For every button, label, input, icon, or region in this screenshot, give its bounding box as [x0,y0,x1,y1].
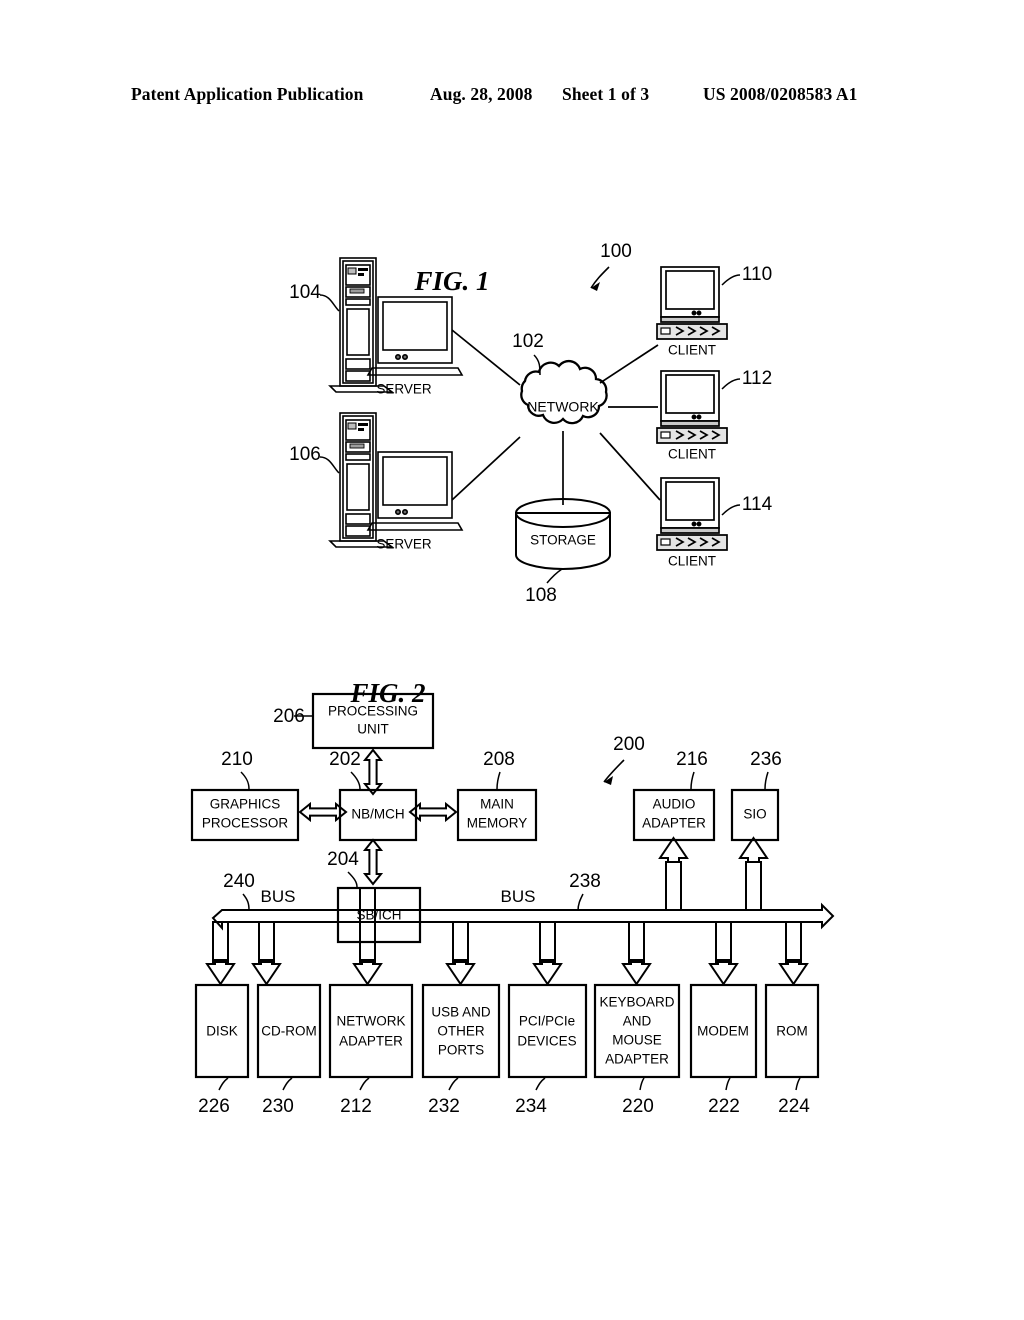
block-disk: DISK 226 [194,983,250,1117]
block-network-adapter-ref: 212 [340,1096,372,1117]
block-rom-label: ROM [776,1024,808,1039]
block-audio-adapter-label-2: ADAPTER [642,816,706,831]
figure-2-bus-left-ref: 240 [223,871,255,892]
block-usb-ports: USB AND OTHER PORTS 232 [421,983,501,1117]
figure-1-client-110: CLIENT 110 [656,264,772,358]
figure-1-network-ref: 102 [512,331,544,352]
block-sio: SIO 236 [730,749,782,842]
block-sio-label: SIO [743,807,766,822]
figure-1: FIG. 1 100 SERVER 104 SERVER 106 NETWORK… [0,225,1024,625]
arrowhead-audio [658,836,689,863]
block-graphics-processor-ref: 210 [221,749,253,770]
block-pci-devices-ref: 234 [515,1096,547,1117]
figure-1-client-114-label: CLIENT [668,554,716,569]
block-audio-adapter-ref: 216 [676,749,708,770]
header-sheet: Sheet 1 of 3 [562,84,650,104]
block-graphics-processor-label-2: PROCESSOR [202,816,289,831]
figure-1-network-label: NETWORK [527,399,599,415]
block-disk-label: DISK [206,1024,238,1039]
block-rom-ref: 224 [778,1096,810,1117]
block-main-memory: MAIN MEMORY 208 [456,749,538,842]
arrow-nbmch-sbich [364,839,382,885]
figure-2-bus-left-label: BUS [261,887,296,906]
block-main-memory-label-2: MEMORY [467,816,528,831]
block-usb-ports-label-3: PORTS [438,1043,484,1058]
block-sbich-ref: 204 [327,849,359,870]
figure-2-system-ref: 200 [613,734,645,755]
arrow-sbich-network [359,887,376,963]
block-audio-adapter-label-1: AUDIO [653,797,696,812]
figure-1-server-106-ref: 106 [289,444,321,465]
figure-1-storage-ref: 108 [525,585,557,606]
block-modem: MODEM 222 [689,983,758,1117]
block-keyboard-mouse-label-3: MOUSE [612,1033,662,1048]
block-pci-devices-label-2: DEVICES [517,1034,576,1049]
figure-2: FIG. 2 200 240 BUS 238 BUS PROCESSING UN… [0,672,1024,1132]
block-keyboard-mouse-adapter: KEYBOARD AND MOUSE ADAPTER 220 [593,983,681,1117]
figure-1-client-114: CLIENT 114 [656,477,773,569]
block-processing-unit-label-1: PROCESSING [328,704,418,719]
block-sbich: SB/ICH 204 [327,849,422,944]
block-rom: ROM 224 [764,983,820,1117]
block-main-memory-ref: 208 [483,749,515,770]
figure-1-server-106: SERVER 106 [289,412,464,552]
block-nbmch-label: NB/MCH [351,807,404,822]
block-modem-ref: 222 [708,1096,740,1117]
block-usb-ports-label-2: OTHER [437,1024,485,1039]
block-modem-label: MODEM [697,1024,749,1039]
block-keyboard-mouse-label-2: AND [623,1014,652,1029]
arrow-pu-nbmch [364,749,382,795]
header-patent-number: US 2008/0208583 A1 [703,84,858,104]
figure-1-server-104-label: SERVER [376,382,432,397]
block-cdrom: CD-ROM 230 [256,983,322,1117]
figure-1-client-112: CLIENT 112 [656,368,772,462]
block-cdrom-ref: 230 [262,1096,294,1117]
figure-1-network-cloud: NETWORK 102 [512,331,608,425]
figure-1-client-110-ref: 110 [742,264,772,285]
header-date: Aug. 28, 2008 [430,84,533,104]
block-sio-ref: 236 [750,749,782,770]
block-nbmch-ref: 202 [329,749,361,770]
figure-1-server-106-label: SERVER [376,537,432,552]
block-pci-devices: PCI/PCIe DEVICES 234 [507,983,588,1117]
arrowhead-sio [738,836,769,863]
figure-2-bus: 240 BUS 238 BUS [211,861,835,963]
block-sbich-label: SB/ICH [356,908,401,923]
block-keyboard-mouse-ref: 220 [622,1096,654,1117]
patent-drawing-page: Patent Application Publication Aug. 28, … [0,0,1024,1320]
figure-1-client-112-ref: 112 [742,368,772,389]
block-audio-adapter: AUDIO ADAPTER 216 [632,749,716,842]
block-usb-ports-ref: 232 [428,1096,460,1117]
figure-1-title: FIG. 1 [413,266,489,296]
figure-1-storage: STORAGE 108 [515,498,611,606]
block-pci-devices-label-1: PCI/PCIe [519,1014,575,1029]
figure-1-server-104-ref: 104 [289,282,321,303]
figure-1-storage-label: STORAGE [530,533,596,548]
figure-1-client-110-label: CLIENT [668,343,716,358]
figure-1-connections [451,329,661,505]
figure-1-client-114-ref: 114 [742,494,773,515]
block-keyboard-mouse-label-1: KEYBOARD [599,995,674,1010]
block-network-adapter-label-1: NETWORK [337,1014,406,1029]
figure-1-system-ref: 100 [600,241,632,262]
block-network-adapter: NETWORK ADAPTER 212 [328,983,414,1117]
block-graphics-processor-label-1: GRAPHICS [210,797,281,812]
block-cdrom-label: CD-ROM [261,1024,317,1039]
figure-1-client-112-label: CLIENT [668,447,716,462]
block-processing-unit-label-2: UNIT [357,722,389,737]
block-usb-ports-label-1: USB AND [431,1005,491,1020]
figure-2-bus-right-ref: 238 [569,871,601,892]
figure-2-bus-right-label: BUS [501,887,536,906]
block-graphics-processor: GRAPHICS PROCESSOR 210 [190,749,300,842]
block-main-memory-label-1: MAIN [480,797,514,812]
header-publication: Patent Application Publication [131,84,364,104]
block-disk-ref: 226 [198,1096,230,1117]
block-network-adapter-label-2: ADAPTER [339,1034,403,1049]
figure-2-device-arrowheads [205,959,809,986]
block-keyboard-mouse-label-4: ADAPTER [605,1052,669,1067]
